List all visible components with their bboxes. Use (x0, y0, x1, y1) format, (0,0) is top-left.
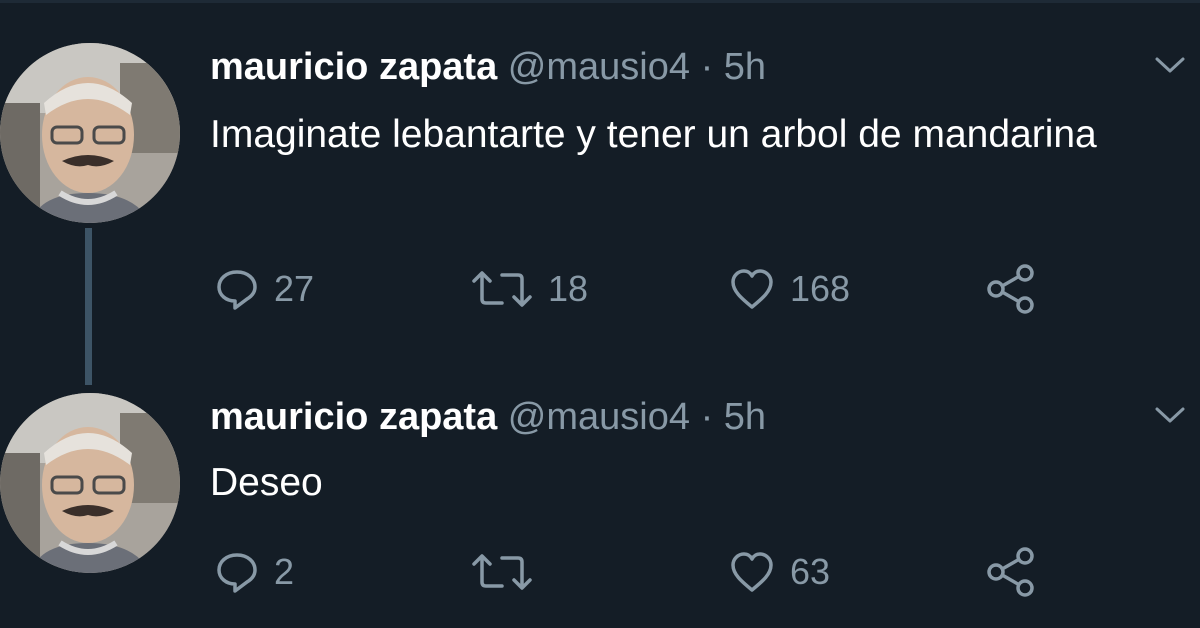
tweet-text: Imaginate lebantarte y tener un arbol de… (210, 113, 1097, 156)
retweet-icon (472, 271, 532, 307)
share-icon (987, 264, 1034, 314)
retweet-icon (472, 554, 532, 590)
reply-count: 27 (274, 268, 315, 309)
avatar[interactable] (0, 43, 180, 223)
share-button[interactable] (985, 264, 1037, 314)
share-button[interactable] (985, 547, 1037, 597)
tweet: mauricio zapata @mausio4 · 5h Deseo 2 63 (0, 385, 1200, 628)
like-count: 63 (790, 551, 831, 592)
chevron-down-icon[interactable] (1154, 55, 1186, 75)
author-name[interactable]: mauricio zapata (210, 396, 497, 438)
tweet-text: Deseo (210, 461, 323, 504)
tweet: mauricio zapata @mausio4 · 5h Imaginate … (0, 0, 1200, 385)
author-name[interactable]: mauricio zapata (210, 46, 497, 88)
avatar[interactable] (0, 393, 180, 573)
timestamp[interactable]: 5h (724, 46, 766, 88)
tweet-actions: 2 63 (0, 547, 1200, 597)
chevron-down-icon[interactable] (1154, 405, 1186, 425)
like-icon (731, 269, 773, 309)
like-button[interactable]: 168 (728, 264, 850, 314)
author-handle[interactable]: @mausio4 (508, 46, 690, 88)
reply-icon (217, 270, 257, 310)
like-button[interactable]: 63 (728, 547, 830, 597)
separator: · (700, 396, 714, 438)
retweet-count: 18 (548, 268, 589, 309)
reply-count: 2 (274, 551, 295, 592)
reply-button[interactable]: 2 (214, 547, 294, 597)
reply-button[interactable]: 27 (214, 264, 314, 314)
reply-icon (217, 553, 257, 593)
separator: · (700, 46, 714, 88)
like-icon (731, 552, 773, 592)
retweet-button[interactable] (470, 547, 548, 597)
retweet-button[interactable]: 18 (470, 264, 588, 314)
tweet-header: mauricio zapata @mausio4 · 5h (210, 395, 766, 439)
like-count: 168 (790, 268, 851, 309)
tweet-header: mauricio zapata @mausio4 · 5h (210, 45, 766, 89)
author-handle[interactable]: @mausio4 (508, 396, 690, 438)
tweet-actions: 27 18 168 (0, 264, 1200, 314)
timestamp[interactable]: 5h (724, 396, 766, 438)
share-icon (987, 547, 1034, 597)
